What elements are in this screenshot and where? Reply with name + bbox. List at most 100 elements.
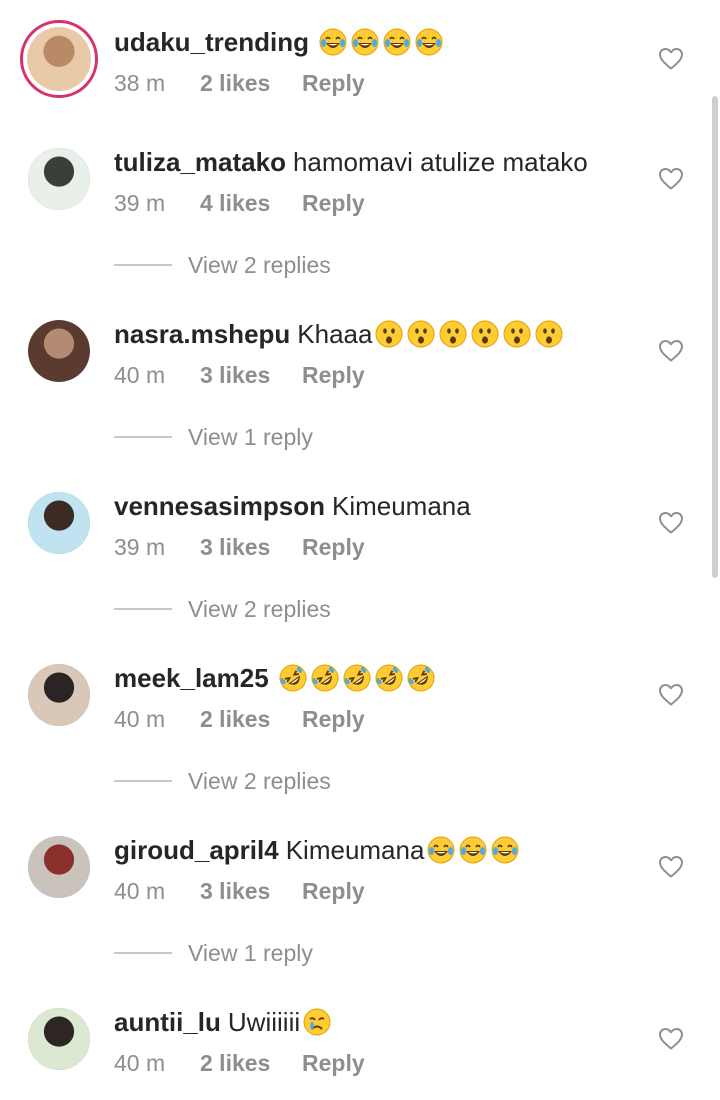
emoji-rofl-icon xyxy=(407,664,435,692)
replies-divider xyxy=(114,436,172,438)
comment-text: Uwiiiiii xyxy=(227,1007,301,1037)
likes-count[interactable]: 3 likes xyxy=(200,532,302,562)
username-link[interactable]: udaku_trending xyxy=(114,25,309,59)
avatar[interactable] xyxy=(28,148,90,210)
comment-body: vennesasimpson Kimeumana xyxy=(114,489,471,523)
likes-count[interactable]: 2 likes xyxy=(200,704,302,734)
view-replies-button[interactable]: View 2 replies xyxy=(114,766,331,796)
reply-button[interactable]: Reply xyxy=(302,188,365,218)
replies-divider xyxy=(114,608,172,610)
likes-count[interactable]: 3 likes xyxy=(200,876,302,906)
avatar[interactable] xyxy=(28,1008,90,1070)
comment-meta: 39 m 4 likes Reply xyxy=(114,188,365,218)
emoji-laugh-icon xyxy=(427,836,455,864)
reply-button[interactable]: Reply xyxy=(302,360,365,390)
comment-meta: 40 m 3 likes Reply xyxy=(114,876,365,906)
username-link[interactable]: vennesasimpson xyxy=(114,489,325,523)
comment-text: Khaaa xyxy=(297,319,373,349)
view-replies-label: View 2 replies xyxy=(188,252,331,278)
avatar[interactable] xyxy=(28,664,90,726)
emoji-laugh-icon xyxy=(491,836,519,864)
emoji-surprised-icon xyxy=(535,320,563,348)
view-replies-button[interactable]: View 2 replies xyxy=(114,250,331,280)
timestamp: 39 m xyxy=(114,534,166,560)
like-heart-icon[interactable] xyxy=(658,47,684,71)
comment-item: nasra.mshepu Khaaa 40 m 3 likes Reply View 1 … xyxy=(0,292,720,450)
comment-text: hamomavi atulize matako xyxy=(292,147,588,177)
like-heart-icon[interactable] xyxy=(658,683,684,707)
comment-body: giroud_april4 Kimeumana xyxy=(114,833,523,867)
comment-meta: 40 m 2 likes Reply xyxy=(114,1048,365,1078)
reply-button[interactable]: Reply xyxy=(302,1048,365,1078)
emoji-surprised-icon xyxy=(407,320,435,348)
reply-button[interactable]: Reply xyxy=(302,704,365,734)
emoji-laugh-icon xyxy=(319,28,347,56)
username-link[interactable]: nasra.mshepu xyxy=(114,317,290,351)
view-replies-label: View 2 replies xyxy=(188,596,331,622)
reply-button[interactable]: Reply xyxy=(302,68,365,98)
username-link[interactable]: auntii_lu xyxy=(114,1005,221,1039)
emoji-surprised-icon xyxy=(503,320,531,348)
emoji-laugh-icon xyxy=(383,28,411,56)
comment-item: vennesasimpson Kimeumana 39 m 3 likes Reply V… xyxy=(0,464,720,622)
avatar-image xyxy=(28,1008,90,1070)
comment-item: auntii_lu Uwiiiiii 40 m 2 likes Reply xyxy=(0,980,720,1100)
comment-item: udaku_trending 38 m 2 likes Reply xyxy=(0,0,720,120)
reply-button[interactable]: Reply xyxy=(302,876,365,906)
reply-button[interactable]: Reply xyxy=(302,532,365,562)
view-replies-label: View 1 reply xyxy=(188,424,313,450)
avatar[interactable] xyxy=(28,492,90,554)
avatar[interactable] xyxy=(28,320,90,382)
comment-body: auntii_lu Uwiiiiii xyxy=(114,1005,335,1039)
comment-item: giroud_april4 Kimeumana 40 m 3 likes Reply Vi… xyxy=(0,808,720,966)
view-replies-button[interactable]: View 1 reply xyxy=(114,938,313,968)
comment-meta: 39 m 3 likes Reply xyxy=(114,532,365,562)
avatar-image xyxy=(28,664,90,726)
avatar[interactable] xyxy=(20,20,98,98)
likes-count[interactable]: 2 likes xyxy=(200,68,302,98)
emoji-surprised-icon xyxy=(375,320,403,348)
likes-count[interactable]: 2 likes xyxy=(200,1048,302,1078)
like-heart-icon[interactable] xyxy=(658,167,684,191)
likes-count[interactable]: 3 likes xyxy=(200,360,302,390)
username-link[interactable]: giroud_april4 xyxy=(114,833,279,867)
avatar-image xyxy=(27,27,91,91)
view-replies-label: View 1 reply xyxy=(188,940,313,966)
emoji-group xyxy=(319,28,447,56)
emoji-crying-icon xyxy=(303,1008,331,1036)
comment-meta: 38 m 2 likes Reply xyxy=(114,68,365,98)
like-heart-icon[interactable] xyxy=(658,339,684,363)
like-heart-icon[interactable] xyxy=(658,855,684,879)
avatar-image xyxy=(28,148,90,210)
avatar[interactable] xyxy=(28,836,90,898)
username-link[interactable]: tuliza_matako xyxy=(114,145,286,179)
comment-text: Kimeumana xyxy=(331,491,471,521)
comment-item: tuliza_matako hamomavi atulize matako 39 m… xyxy=(0,120,720,278)
avatar-image xyxy=(28,320,90,382)
emoji-surprised-icon xyxy=(439,320,467,348)
timestamp: 38 m xyxy=(114,70,166,96)
like-heart-icon[interactable] xyxy=(658,511,684,535)
emoji-rofl-icon xyxy=(375,664,403,692)
emoji-group xyxy=(375,320,567,348)
comment-body: nasra.mshepu Khaaa xyxy=(114,317,567,351)
comment-meta: 40 m 2 likes Reply xyxy=(114,704,365,734)
replies-divider xyxy=(114,952,172,954)
emoji-group xyxy=(279,664,439,692)
emoji-rofl-icon xyxy=(311,664,339,692)
timestamp: 40 m xyxy=(114,362,166,388)
scrollbar[interactable] xyxy=(712,96,718,578)
view-replies-button[interactable]: View 1 reply xyxy=(114,422,313,452)
emoji-laugh-icon xyxy=(459,836,487,864)
timestamp: 40 m xyxy=(114,1050,166,1076)
emoji-group xyxy=(427,836,523,864)
like-heart-icon[interactable] xyxy=(658,1027,684,1051)
view-replies-button[interactable]: View 2 replies xyxy=(114,594,331,624)
likes-count[interactable]: 4 likes xyxy=(200,188,302,218)
avatar-image xyxy=(28,836,90,898)
timestamp: 40 m xyxy=(114,878,166,904)
comment-body: tuliza_matako hamomavi atulize matako xyxy=(114,145,588,179)
comment-body: meek_lam25 xyxy=(114,661,439,695)
username-link[interactable]: meek_lam25 xyxy=(114,661,269,695)
emoji-laugh-icon xyxy=(351,28,379,56)
